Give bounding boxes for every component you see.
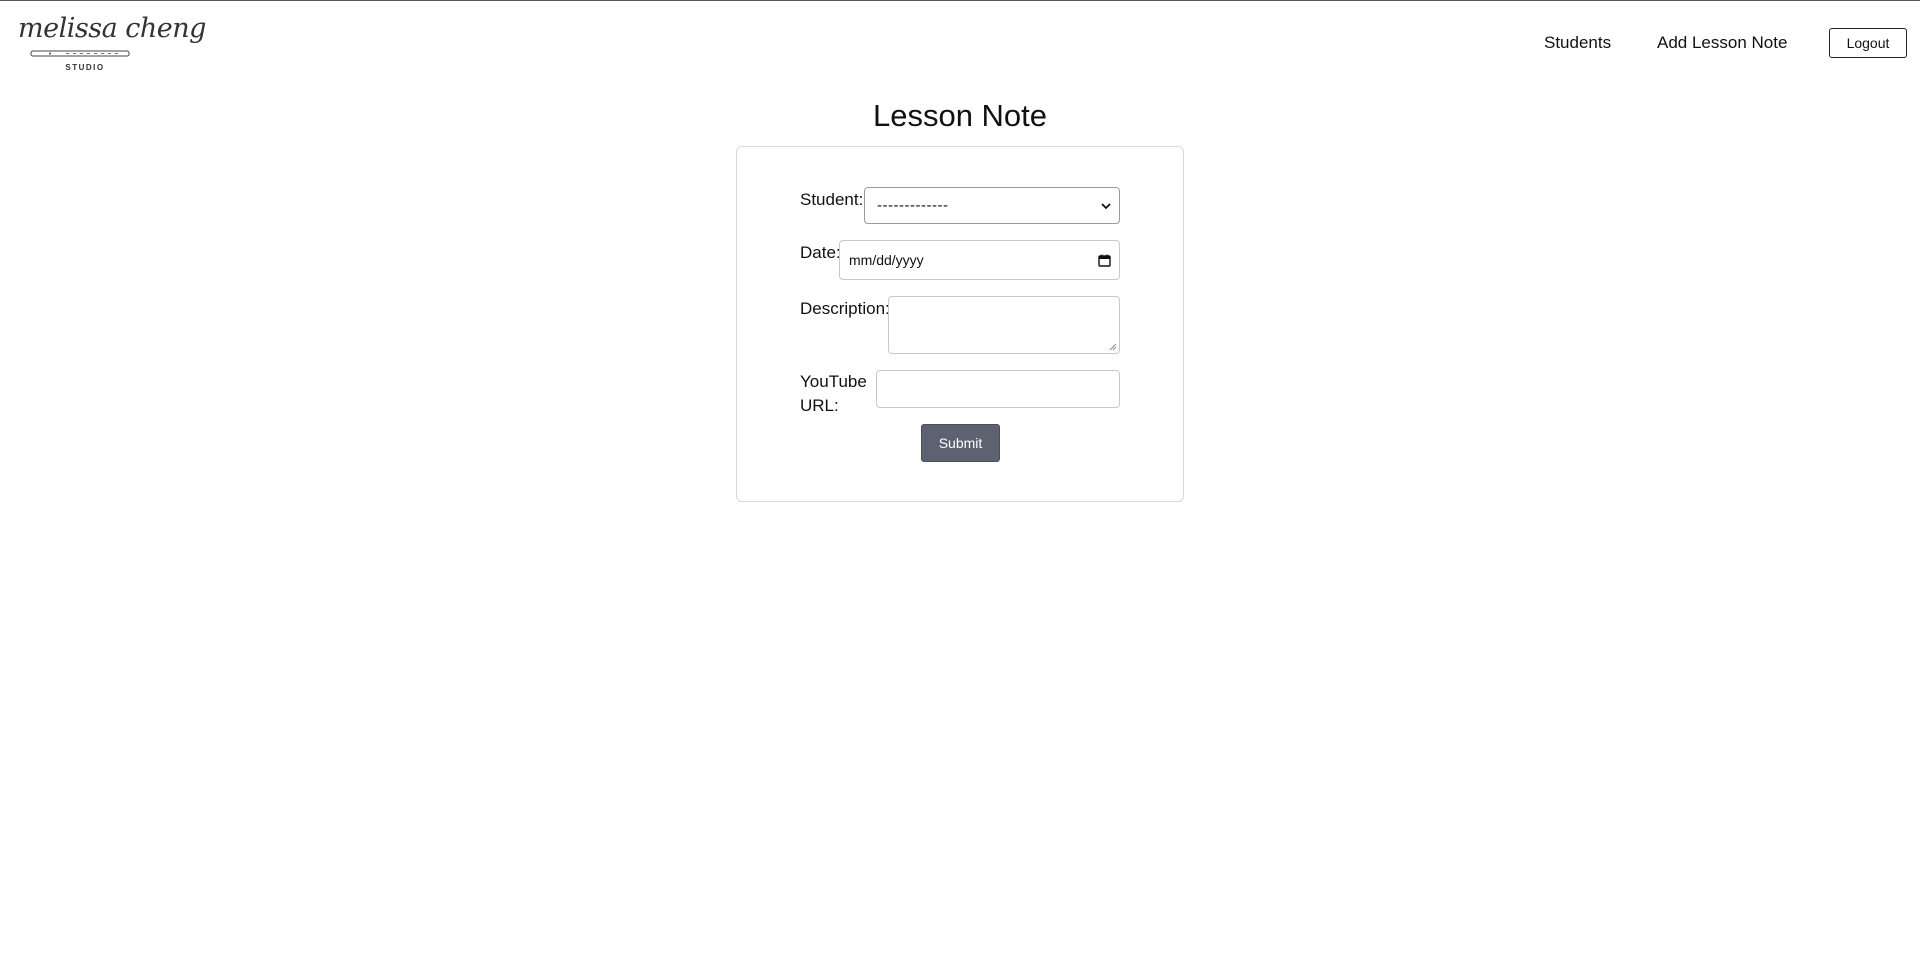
resize-grip-icon[interactable] [1109,343,1117,351]
flute-icon [30,50,130,57]
description-label: Description: [800,299,890,318]
student-select[interactable]: ------------- [864,187,1120,224]
page-title: Lesson Note [872,98,1048,133]
calendar-icon[interactable] [1098,254,1111,267]
student-select-value: ------------- [877,197,949,214]
lesson-note-form-card: Student: ------------- Date: mm/dd/yyyy … [736,146,1184,502]
youtube-url-label-line1: YouTube [800,372,867,391]
logo-studio-text: STUDIO [65,63,105,72]
chevron-down-icon [1101,202,1111,209]
studio-logo[interactable]: melissa cheng STUDIO [18,13,206,73]
site-header: melissa cheng STUDIO Students Add Lesson… [0,1,1920,85]
youtube-url-input[interactable] [876,370,1120,408]
date-input-placeholder: mm/dd/yyyy [849,252,924,268]
youtube-url-label: YouTube URL: [800,370,867,418]
date-label: Date: [800,243,841,262]
nav-students-link[interactable]: Students [1544,1,1611,85]
nav-add-lesson-note-link[interactable]: Add Lesson Note [1657,1,1787,85]
date-input[interactable]: mm/dd/yyyy [839,240,1120,280]
logo-script-text: melissa cheng [18,13,206,44]
description-textarea[interactable] [888,296,1120,354]
submit-button[interactable]: Submit [921,424,1000,462]
youtube-url-label-line2: URL: [800,396,839,415]
logout-button[interactable]: Logout [1829,28,1907,58]
student-label: Student: [800,190,864,209]
